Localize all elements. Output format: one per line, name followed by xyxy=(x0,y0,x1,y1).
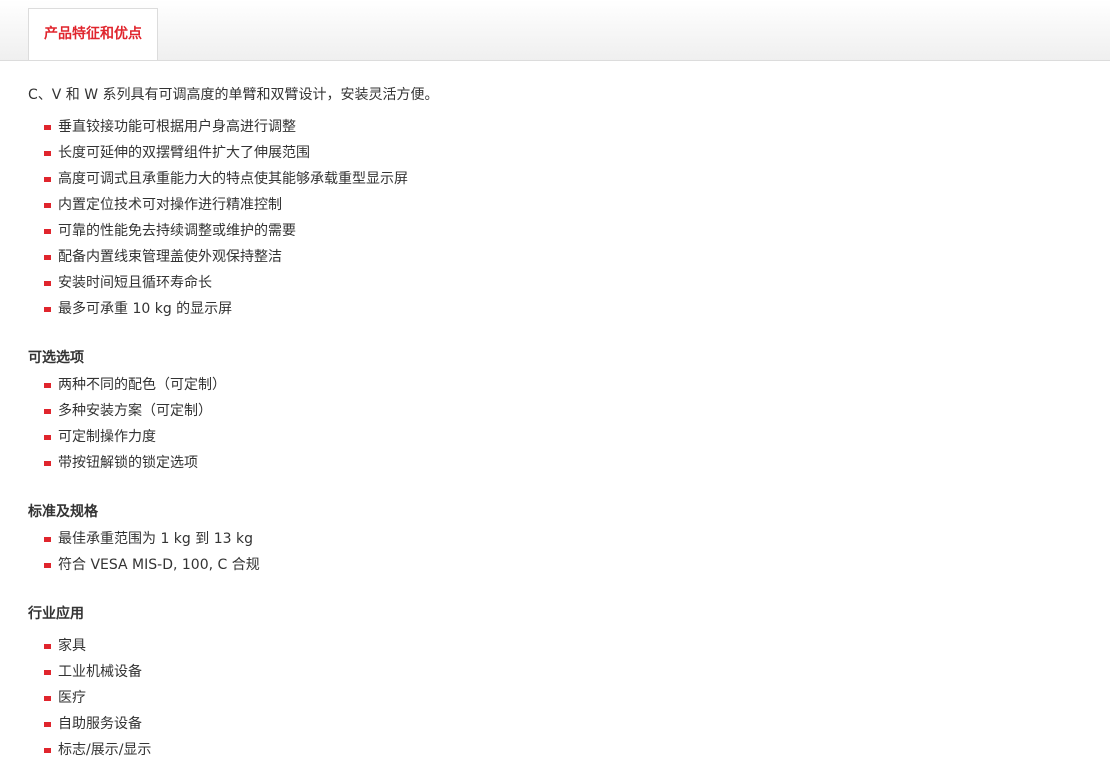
list-item-text: 医疗 xyxy=(58,690,86,706)
list-item: 标志/展示/显示 xyxy=(44,737,151,763)
list-item: 配备内置线束管理盖使外观保持整洁 xyxy=(44,244,408,270)
list-item: 最佳承重范围为 1 kg 到 13 kg xyxy=(44,526,260,552)
bullet-square-icon xyxy=(44,177,51,182)
list-item-text: 垂直铰接功能可根据用户身高进行调整 xyxy=(58,119,296,135)
list-item: 带按钮解锁的锁定选项 xyxy=(44,450,226,476)
bullet-square-icon xyxy=(44,307,51,312)
list-item: 符合 VESA MIS-D, 100, C 合规 xyxy=(44,552,260,578)
list-item: 长度可延伸的双摆臂组件扩大了伸展范围 xyxy=(44,140,408,166)
list-item-text: 配备内置线束管理盖使外观保持整洁 xyxy=(58,249,282,265)
bullet-square-icon xyxy=(44,383,51,388)
list-item-text: 家具 xyxy=(58,638,86,654)
list-item-text: 带按钮解锁的锁定选项 xyxy=(58,455,198,471)
bullet-square-icon xyxy=(44,748,51,753)
bullet-square-icon xyxy=(44,151,51,156)
bullet-square-icon xyxy=(44,435,51,440)
list-item-text: 安装时间短且循环寿命长 xyxy=(58,275,212,291)
list-item-text: 工业机械设备 xyxy=(58,664,142,680)
options-heading: 可选选项 xyxy=(28,350,84,366)
list-item: 医疗 xyxy=(44,685,151,711)
bullet-square-icon xyxy=(44,281,51,286)
list-item-text: 高度可调式且承重能力大的特点使其能够承载重型显示屏 xyxy=(58,171,408,187)
list-item-text: 可靠的性能免去持续调整或维护的需要 xyxy=(58,223,296,239)
list-item-text: 多种安装方案（可定制） xyxy=(58,403,212,419)
list-item: 高度可调式且承重能力大的特点使其能够承载重型显示屏 xyxy=(44,166,408,192)
list-item: 自助服务设备 xyxy=(44,711,151,737)
list-item: 两种不同的配色（可定制） xyxy=(44,372,226,398)
bullet-square-icon xyxy=(44,696,51,701)
bullet-square-icon xyxy=(44,722,51,727)
tab-bar: 产品特征和优点 xyxy=(0,0,1110,61)
list-item: 家具 xyxy=(44,633,151,659)
bullet-square-icon xyxy=(44,461,51,466)
intro-text: C、V 和 W 系列具有可调高度的单臂和双臂设计，安装灵活方便。 xyxy=(28,87,439,103)
list-item-text: 可定制操作力度 xyxy=(58,429,156,445)
list-item-text: 最多可承重 10 kg 的显示屏 xyxy=(58,301,233,317)
bullet-square-icon xyxy=(44,409,51,414)
features-list: 垂直铰接功能可根据用户身高进行调整 长度可延伸的双摆臂组件扩大了伸展范围 高度可… xyxy=(44,114,408,322)
bullet-square-icon xyxy=(44,203,51,208)
applications-heading: 行业应用 xyxy=(28,606,84,622)
options-list: 两种不同的配色（可定制） 多种安装方案（可定制） 可定制操作力度 带按钮解锁的锁… xyxy=(44,372,226,476)
bullet-square-icon xyxy=(44,670,51,675)
list-item: 工业机械设备 xyxy=(44,659,151,685)
list-item: 最多可承重 10 kg 的显示屏 xyxy=(44,296,408,322)
bullet-square-icon xyxy=(44,125,51,130)
list-item: 安装时间短且循环寿命长 xyxy=(44,270,408,296)
bullet-square-icon xyxy=(44,255,51,260)
list-item-text: 自助服务设备 xyxy=(58,716,142,732)
bullet-square-icon xyxy=(44,537,51,542)
bullet-square-icon xyxy=(44,563,51,568)
list-item-text: 内置定位技术可对操作进行精准控制 xyxy=(58,197,282,213)
bullet-square-icon xyxy=(44,644,51,649)
list-item-text: 最佳承重范围为 1 kg 到 13 kg xyxy=(58,531,253,547)
standards-list: 最佳承重范围为 1 kg 到 13 kg 符合 VESA MIS-D, 100,… xyxy=(44,526,260,578)
list-item: 多种安装方案（可定制） xyxy=(44,398,226,424)
bullet-square-icon xyxy=(44,229,51,234)
list-item-text: 长度可延伸的双摆臂组件扩大了伸展范围 xyxy=(58,145,310,161)
list-item: 可定制操作力度 xyxy=(44,424,226,450)
list-item-text: 符合 VESA MIS-D, 100, C 合规 xyxy=(58,557,260,573)
list-item-text: 标志/展示/显示 xyxy=(58,742,152,758)
applications-list: 家具 工业机械设备 医疗 自助服务设备 标志/展示/显示 xyxy=(44,633,151,763)
list-item: 可靠的性能免去持续调整或维护的需要 xyxy=(44,218,408,244)
list-item: 垂直铰接功能可根据用户身高进行调整 xyxy=(44,114,408,140)
standards-heading: 标准及规格 xyxy=(28,504,98,520)
tab-features-advantages[interactable]: 产品特征和优点 xyxy=(28,8,158,60)
list-item: 内置定位技术可对操作进行精准控制 xyxy=(44,192,408,218)
list-item-text: 两种不同的配色（可定制） xyxy=(58,377,226,393)
